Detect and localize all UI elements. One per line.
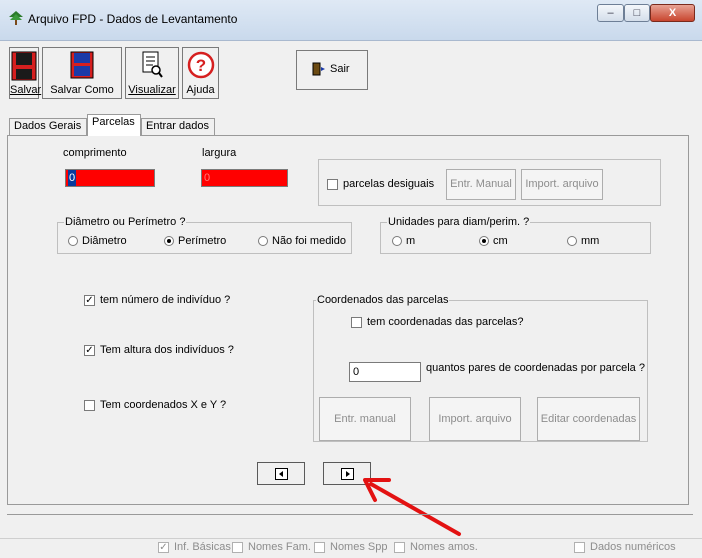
coord-import-button[interactable]: Import. arquivo [429,397,521,441]
save-as-button[interactable]: Salvar Como [42,47,122,99]
help-question-icon: ? [187,51,214,79]
nomes-spp-label: Nomes Spp [330,541,388,553]
desiguais-checkbox[interactable]: parcelas desiguais [327,178,434,190]
status-inf-basicas: ✓ Inf. Básicas [158,541,231,553]
unidades-group: Unidades para diam/perim. ? [380,216,651,254]
coord-xy-check [84,399,95,411]
floppy-save-icon [11,51,37,81]
tab-parcelas[interactable]: Parcelas [87,114,141,136]
entr-manual-button[interactable]: Entr. Manual [446,169,516,200]
inf-basicas-label: Inf. Básicas [174,541,231,553]
pares-label: quantos pares de coordenadas por parcela… [426,362,645,374]
nomes-amos-check [394,541,405,553]
exit-door-icon [312,62,325,76]
dados-numericos-check [574,541,585,553]
coord-xy-checkbox[interactable]: Tem coordenados X e Y ? [84,399,226,411]
maximize-button[interactable]: □ [624,4,650,22]
svg-text:?: ? [195,56,205,75]
radio-perimetro[interactable]: Perímetro [164,235,226,247]
radio-mm-label: mm [581,235,600,247]
comprimento-label: comprimento [63,147,127,159]
save-as-label: Salvar Como [50,84,114,96]
tab-entrar-dados[interactable]: Entrar dados [141,118,215,135]
radio-diametro-dot [68,236,78,247]
editar-coordenadas-button[interactable]: Editar coordenadas [537,397,640,441]
altura-checkbox[interactable]: ✓ Tem altura dos indivíduos ? [84,344,234,356]
numero-checkbox[interactable]: ✓ tem número de indivíduo ? [84,294,230,306]
status-dados-numericos: Dados numéricos [574,541,676,553]
radio-nao-label: Não foi medido [272,235,346,247]
status-nomes-spp: Nomes Spp [314,541,387,553]
radio-m-label: m [406,235,416,247]
radio-diametro-label: Diâmetro [82,235,127,247]
radio-diametro[interactable]: Diâmetro [68,235,127,247]
nomes-fam-check [232,541,243,553]
numero-check: ✓ [84,294,95,306]
tem-coordenadas-label: tem coordenadas das parcelas? [367,316,524,328]
pares-input[interactable]: 0 [349,362,421,382]
minimize-button[interactable]: – [597,4,624,22]
radio-cm-label: cm [493,235,508,247]
coordenadas-title: Coordenados das parcelas [316,294,450,306]
radio-m[interactable]: m [392,235,415,247]
arrow-left-icon [275,468,288,480]
radio-nao-medido[interactable]: Não foi medido [258,235,346,247]
coord-xy-label: Tem coordenados X e Y ? [100,399,227,411]
desiguais-check [327,178,338,190]
document-preview-icon [142,51,163,78]
close-button[interactable]: X [650,4,695,22]
tem-coordenadas-checkbox[interactable]: tem coordenadas das parcelas? [351,316,524,328]
nomes-amos-label: Nomes amos. [410,541,478,553]
arrow-right-icon [341,468,354,480]
tem-coordenadas-check [351,316,362,328]
import-arquivo-button[interactable]: Import. arquivo [521,169,603,200]
comprimento-input[interactable]: 0 [65,169,155,187]
status-nomes-fam: Nomes Fam. [232,541,311,553]
tab-dados-gerais[interactable]: Dados Gerais [9,118,87,135]
radio-m-dot [392,236,402,247]
radio-cm-dot [479,236,489,247]
numero-label: tem número de indivíduo ? [100,294,231,306]
inf-basicas-check: ✓ [158,541,169,553]
status-area [7,514,693,539]
save-label: Salvar [10,84,42,96]
radio-mm-dot [567,236,577,247]
exit-label: Sair [330,63,350,75]
altura-label: Tem altura dos indivíduos ? [100,344,234,356]
status-nomes-amos: Nomes amos. [394,541,478,553]
help-button[interactable]: ? Ajuda [182,47,219,99]
dados-numericos-label: Dados numéricos [590,541,676,553]
radio-cm[interactable]: cm [479,235,508,247]
nomes-spp-check [314,541,325,553]
unidades-title: Unidades para diam/perim. ? [387,216,531,228]
desiguais-label: parcelas desiguais [343,178,435,190]
prev-button[interactable] [257,462,305,485]
radio-perimetro-label: Perímetro [178,235,227,247]
exit-button[interactable]: Sair [296,50,368,90]
radio-perimetro-dot [164,236,174,247]
diametro-title: Diâmetro ou Perímetro ? [64,216,187,228]
nomes-fam-label: Nomes Fam. [248,541,311,553]
tree-icon [9,11,23,25]
radio-mm[interactable]: mm [567,235,599,247]
largura-label: largura [202,147,237,159]
radio-nao-dot [258,236,268,247]
altura-check: ✓ [84,344,95,356]
save-button[interactable]: Salvar [9,47,42,99]
view-label: Visualizar [128,84,176,96]
window-title: Arquivo FPD - Dados de Levantamento [28,12,238,26]
view-button[interactable]: Visualizar [125,47,179,99]
largura-input[interactable]: 0 [201,169,288,187]
help-label: Ajuda [186,84,215,96]
coord-entr-manual-button[interactable]: Entr. manual [319,397,411,441]
floppy-save-as-icon [70,51,94,79]
